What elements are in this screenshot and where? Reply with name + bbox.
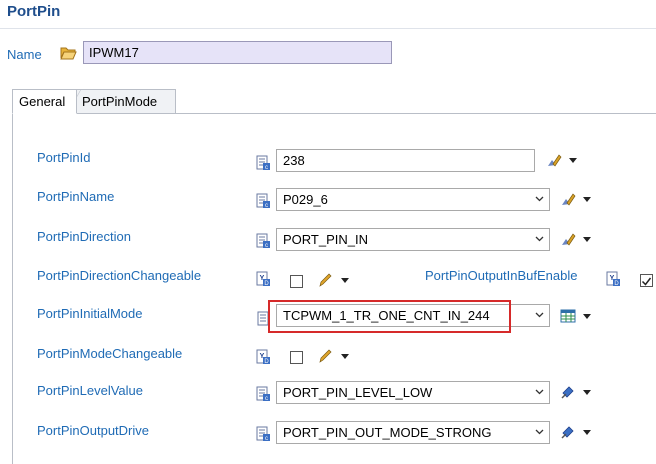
svg-text:D: D (264, 359, 269, 365)
page-title: PortPin (7, 3, 61, 20)
checkmark-icon (641, 277, 652, 286)
chevron-down-icon[interactable] (534, 309, 545, 320)
port-pin-direction-changeable-label: PortPinDirectionChangeable (37, 268, 202, 283)
svg-text:D: D (614, 281, 619, 287)
port-pin-name-combo[interactable]: P029_6 (276, 188, 550, 211)
port-pin-name-value: P029_6 (283, 192, 328, 207)
port-pin-level-value-combo[interactable]: PORT_PIN_LEVEL_LOW (276, 381, 550, 404)
port-pin-output-in-buf-enable-label: PortPinOutputInBufEnable (425, 268, 578, 283)
name-label: Name (7, 47, 42, 62)
port-pin-name-label: PortPinName (37, 189, 115, 204)
svg-text:c: c (265, 203, 268, 209)
port-pin-initial-mode-label: PortPinInitialMode (37, 306, 143, 321)
port-pin-direction-combo[interactable]: PORT_PIN_IN (276, 228, 550, 251)
svg-text:c: c (265, 396, 268, 402)
chevron-down-icon[interactable] (341, 354, 349, 359)
port-pin-mode-changeable-label: PortPinModeChangeable (37, 346, 183, 361)
calculation-icon: c (256, 193, 270, 209)
chevron-down-icon[interactable] (534, 233, 545, 244)
port-pin-direction-changeable-checkbox[interactable] (290, 275, 303, 288)
port-pin-id-field[interactable]: 238 (276, 149, 535, 172)
edit-value-icon[interactable] (546, 152, 562, 168)
port-pin-id-label: PortPinId (37, 150, 91, 165)
folder-open-icon[interactable] (60, 46, 77, 60)
svg-text:c: c (265, 165, 268, 171)
port-pin-level-value-label: PortPinLevelValue (37, 383, 143, 398)
header-divider (0, 28, 656, 29)
chevron-down-icon[interactable] (583, 430, 591, 435)
boolean-definition-icon: Y D (256, 349, 270, 365)
boolean-definition-icon: Y D (606, 271, 620, 287)
chevron-down-icon[interactable] (583, 390, 591, 395)
port-pin-output-drive-combo[interactable]: PORT_PIN_OUT_MODE_STRONG (276, 421, 550, 444)
enum-value-icon[interactable] (560, 424, 576, 440)
boolean-definition-icon: Y D (256, 271, 270, 287)
calculation-icon: c (256, 426, 270, 442)
svg-text:c: c (265, 243, 268, 249)
chevron-down-icon[interactable] (583, 237, 591, 242)
port-pin-level-value-value: PORT_PIN_LEVEL_LOW (283, 385, 433, 400)
table-icon[interactable] (560, 308, 576, 324)
tab-general[interactable]: General (12, 89, 77, 114)
port-pin-output-drive-value: PORT_PIN_OUT_MODE_STRONG (283, 425, 492, 440)
chevron-down-icon[interactable] (534, 193, 545, 204)
calculation-icon: c (256, 233, 270, 249)
name-input[interactable]: IPWM17 (83, 41, 392, 64)
chevron-down-icon[interactable] (341, 278, 349, 283)
pencil-icon[interactable] (317, 272, 333, 288)
port-pin-output-drive-label: PortPinOutputDrive (37, 423, 149, 438)
enum-value-icon[interactable] (560, 384, 576, 400)
chevron-down-icon[interactable] (534, 386, 545, 397)
chevron-down-icon[interactable] (534, 426, 545, 437)
calculation-icon: c (256, 386, 270, 402)
highlight-box (268, 300, 511, 333)
tab-portpinmode[interactable]: PortPinMode (67, 89, 176, 114)
chevron-down-icon[interactable] (583, 314, 591, 319)
edit-value-icon[interactable] (560, 231, 576, 247)
svg-text:c: c (265, 436, 268, 442)
chevron-down-icon[interactable] (569, 158, 577, 163)
port-pin-mode-changeable-checkbox[interactable] (290, 351, 303, 364)
edit-value-icon[interactable] (560, 191, 576, 207)
port-pin-output-in-buf-enable-checkbox[interactable] (640, 274, 653, 287)
port-pin-direction-label: PortPinDirection (37, 229, 131, 244)
chevron-down-icon[interactable] (583, 197, 591, 202)
port-pin-direction-value: PORT_PIN_IN (283, 232, 369, 247)
svg-text:D: D (264, 281, 269, 287)
pencil-icon[interactable] (317, 348, 333, 364)
calculation-icon: c (256, 155, 270, 171)
